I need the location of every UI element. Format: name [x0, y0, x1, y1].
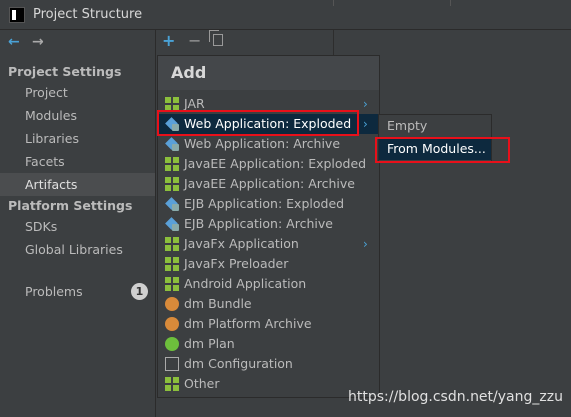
grid-icon [165, 277, 179, 291]
menu-item-dm-bundle[interactable]: dm Bundle [158, 294, 379, 314]
javaee-icon [165, 177, 179, 191]
sidebar-item-libraries[interactable]: Libraries [0, 127, 155, 150]
menu-item-label: EJB Application: Exploded [184, 196, 345, 211]
menu-item-ejb-application-archive[interactable]: EJB Application: Archive [158, 214, 379, 234]
grid-icon [165, 377, 179, 391]
plus-icon[interactable]: + [162, 32, 175, 50]
watermark: https://blog.csdn.net/yang_zzu [348, 389, 563, 405]
chevron-right-icon: › [363, 97, 368, 111]
menu-item-label: dm Platform Archive [184, 316, 312, 331]
ejb-icon [165, 217, 179, 231]
forward-arrow-icon[interactable]: → [32, 34, 44, 50]
menu-item-label: EJB Application: Archive [184, 216, 333, 231]
menu-item-javafx-application[interactable]: JavaFx Application › [158, 234, 379, 254]
menu-item-other[interactable]: Other [158, 374, 379, 394]
menu-item-label: JavaEE Application: Archive [184, 176, 355, 191]
add-artifact-popup: Add JAR › Web Application: Exploded › We… [157, 55, 380, 398]
menu-item-label: JavaEE Application: Exploded [184, 156, 367, 171]
dm-plan-icon [165, 337, 179, 351]
menu-item-label: dm Configuration [184, 356, 293, 371]
menu-item-label: JavaFx Preloader [184, 256, 289, 271]
sidebar-item-artifacts[interactable]: Artifacts [0, 173, 155, 196]
minus-icon[interactable]: − [188, 32, 201, 50]
menu-item-dm-configuration[interactable]: dm Configuration [158, 354, 379, 374]
copy-icon[interactable] [209, 30, 223, 46]
back-arrow-icon[interactable]: ← [8, 34, 20, 50]
sidebar: ← → Project Settings Project Modules Lib… [0, 30, 155, 417]
sidebar-divider [155, 30, 156, 417]
section-title-platform-settings: Platform Settings [8, 198, 133, 213]
sidebar-item-sdks[interactable]: SDKs [0, 215, 155, 238]
menu-item-label: Other [184, 376, 220, 391]
chevron-right-icon: › [363, 237, 368, 251]
sidebar-item-project[interactable]: Project [0, 81, 155, 104]
sidebar-item-modules[interactable]: Modules [0, 104, 155, 127]
intellij-icon [9, 7, 25, 23]
web-app-icon [165, 137, 179, 151]
menu-item-android-application[interactable]: Android Application [158, 274, 379, 294]
menu-item-label: JavaFx Application [184, 236, 299, 251]
window-title: Project Structure [33, 7, 143, 22]
menu-item-label: dm Bundle [184, 296, 252, 311]
grid-icon [165, 97, 179, 111]
popup-title: Add [171, 63, 207, 82]
chevron-right-icon: › [363, 117, 368, 131]
menu-item-label: Web Application: Archive [184, 136, 341, 151]
menu-item-javaee-application-exploded[interactable]: JavaEE Application: Exploded [158, 154, 379, 174]
sidebar-item-global-libraries[interactable]: Global Libraries [0, 238, 155, 261]
grid-icon [165, 257, 179, 271]
sidebar-item-facets[interactable]: Facets [0, 150, 155, 173]
submenu-item-empty[interactable]: Empty [379, 115, 491, 137]
dm-bundle-icon [165, 297, 179, 311]
ejb-icon [165, 197, 179, 211]
section-title-project-settings: Project Settings [8, 64, 122, 79]
menu-item-label: Android Application [184, 276, 307, 291]
grid-icon [165, 237, 179, 251]
highlight-box-from-modules [375, 137, 510, 163]
menu-item-ejb-application-exploded[interactable]: EJB Application: Exploded [158, 194, 379, 214]
dm-config-icon [165, 357, 179, 371]
title-bar: Project Structure [0, 0, 571, 30]
menu-item-web-application-archive[interactable]: Web Application: Archive [158, 134, 379, 154]
popup-header: Add [158, 56, 379, 90]
menu-item-label: dm Plan [184, 336, 235, 351]
javaee-icon [165, 157, 179, 171]
menu-item-javaee-application-archive[interactable]: JavaEE Application: Archive [158, 174, 379, 194]
title-divider [333, 0, 334, 6]
problems-count-badge: 1 [131, 283, 148, 300]
dm-platform-icon [165, 317, 179, 331]
menu-item-dm-plan[interactable]: dm Plan [158, 334, 379, 354]
highlight-box-web-exploded [157, 110, 359, 136]
menu-item-dm-platform-archive[interactable]: dm Platform Archive [158, 314, 379, 334]
menu-item-javafx-preloader[interactable]: JavaFx Preloader [158, 254, 379, 274]
title-divider [450, 0, 451, 6]
